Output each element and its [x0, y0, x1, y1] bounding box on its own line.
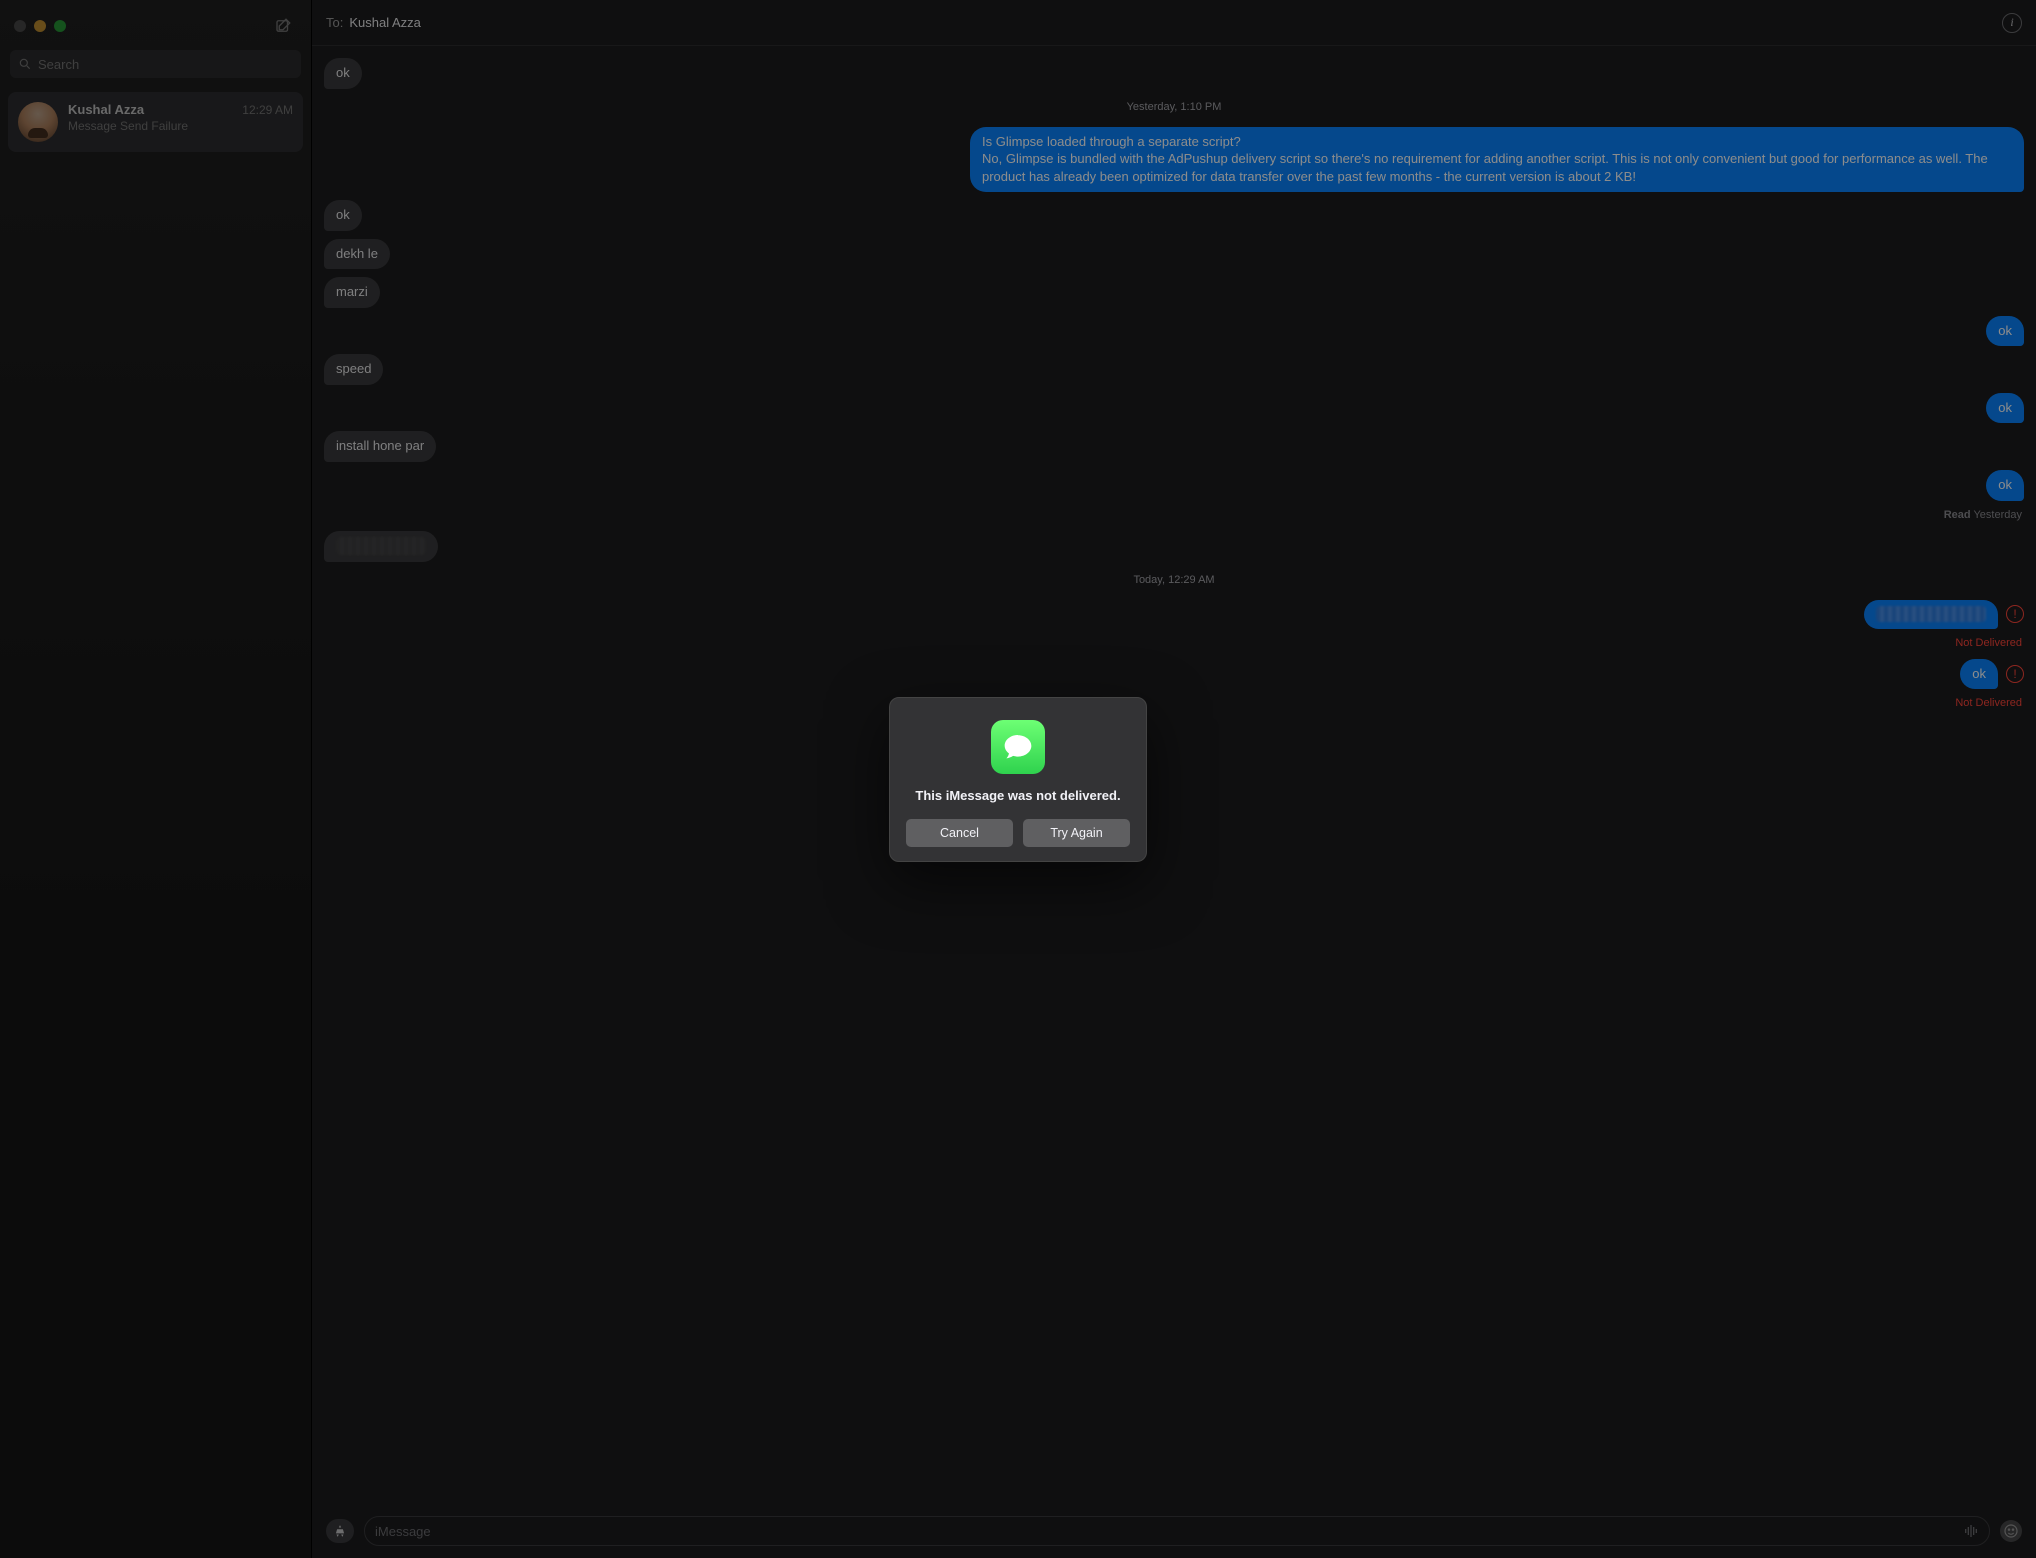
app-store-button[interactable]	[326, 1519, 354, 1543]
conversation-list: Kushal Azza 12:29 AM Message Send Failur…	[0, 86, 311, 158]
incoming-message[interactable]: ok	[324, 58, 362, 89]
cancel-button[interactable]: Cancel	[906, 819, 1013, 847]
outgoing-message[interactable]: Is Glimpse loaded through a separate scr…	[970, 127, 2024, 193]
info-icon: i	[2010, 15, 2013, 30]
minimize-window-button[interactable]	[34, 20, 46, 32]
outgoing-message-redacted[interactable]	[1864, 600, 1998, 629]
sidebar: Kushal Azza 12:29 AM Message Send Failur…	[0, 0, 312, 1558]
delivery-error-icon[interactable]: !	[2006, 605, 2024, 623]
close-window-button[interactable]	[14, 20, 26, 32]
incoming-message[interactable]: ok	[324, 200, 362, 231]
appstore-icon	[333, 1524, 347, 1538]
to-label: To:	[326, 15, 343, 30]
timestamp-divider: Yesterday, 1:10 PM	[324, 101, 2024, 113]
chat-panel: To: Kushal Azza i ok Yesterday, 1:10 PM …	[312, 0, 2036, 1558]
details-button[interactable]: i	[2002, 13, 2022, 33]
conversation-name: Kushal Azza	[68, 102, 144, 117]
audio-record-button[interactable]	[1963, 1523, 1979, 1539]
timestamp-divider: Today, 12:29 AM	[324, 574, 2024, 586]
incoming-message[interactable]: install hone par	[324, 431, 436, 462]
dialog-title: This iMessage was not delivered.	[906, 788, 1130, 803]
search-field[interactable]	[10, 50, 301, 78]
conversation-preview: Message Send Failure	[68, 119, 293, 133]
emoji-picker-button[interactable]	[2000, 1520, 2022, 1542]
try-again-button[interactable]: Try Again	[1023, 819, 1130, 847]
search-input[interactable]	[38, 57, 293, 72]
incoming-message[interactable]: speed	[324, 354, 383, 385]
chat-header: To: Kushal Azza i	[312, 0, 2036, 46]
smiley-icon	[2003, 1523, 2019, 1539]
outgoing-message[interactable]: ok	[1986, 393, 2024, 424]
outgoing-message[interactable]: ok	[1986, 470, 2024, 501]
compose-new-message-button[interactable]	[269, 14, 297, 38]
chat-body[interactable]: ok Yesterday, 1:10 PM Is Glimpse loaded …	[312, 46, 2036, 1508]
conversation-main: Kushal Azza 12:29 AM Message Send Failur…	[68, 102, 293, 142]
conversation-item[interactable]: Kushal Azza 12:29 AM Message Send Failur…	[8, 92, 303, 152]
waveform-icon	[1963, 1523, 1979, 1539]
titlebar	[0, 0, 311, 50]
window-controls	[14, 20, 66, 32]
app-window: Kushal Azza 12:29 AM Message Send Failur…	[0, 0, 2036, 1558]
message-input-wrap[interactable]	[364, 1516, 1990, 1546]
not-delivered-label: Not Delivered	[324, 697, 2024, 709]
compose-icon	[274, 17, 292, 35]
delivery-failed-dialog: This iMessage was not delivered. Cancel …	[889, 697, 1147, 862]
fullscreen-window-button[interactable]	[54, 20, 66, 32]
read-receipt: Read Yesterday	[324, 509, 2024, 521]
outgoing-message[interactable]: ok	[1986, 316, 2024, 347]
incoming-message-redacted[interactable]	[324, 531, 438, 562]
conversation-time: 12:29 AM	[242, 103, 293, 117]
incoming-message[interactable]: marzi	[324, 277, 380, 308]
message-input[interactable]	[375, 1524, 1963, 1539]
delivery-error-icon[interactable]: !	[2006, 665, 2024, 683]
incoming-message[interactable]: dekh le	[324, 239, 390, 270]
to-name: Kushal Azza	[349, 15, 421, 30]
not-delivered-label: Not Delivered	[324, 637, 2024, 649]
outgoing-message[interactable]: ok	[1960, 659, 1998, 690]
search-icon	[18, 57, 32, 71]
compose-bar	[312, 1508, 2036, 1558]
avatar	[18, 102, 58, 142]
search-wrap	[0, 50, 311, 86]
messages-app-icon	[991, 720, 1045, 774]
